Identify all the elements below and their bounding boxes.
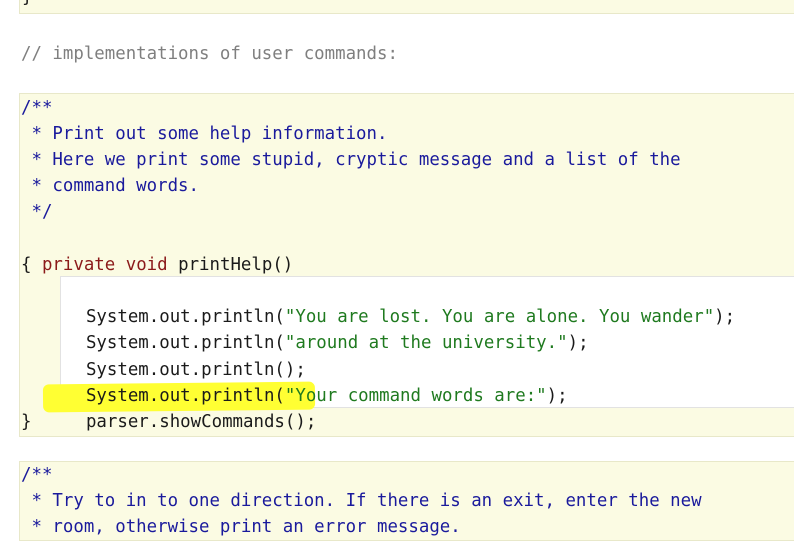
open-brace: { bbox=[21, 255, 32, 275]
section-comment: // implementations of user commands: bbox=[21, 44, 398, 64]
method-name: printHelp() bbox=[178, 255, 294, 275]
closing-brace: } bbox=[22, 0, 32, 10]
method-signature: private void printHelp() bbox=[21, 226, 293, 275]
modifier-keyword: private bbox=[41, 255, 116, 275]
code-line: System.out.println(); bbox=[85, 360, 306, 380]
code-line: System.out.println("You are lost. You ar… bbox=[85, 307, 736, 327]
javadoc-line: * command words. bbox=[21, 176, 199, 196]
code-line-highlighted: parser.showCommands(); bbox=[85, 412, 317, 432]
javadoc-line: * Here we print some stupid, cryptic mes… bbox=[21, 150, 681, 170]
javadoc-line: /** bbox=[21, 98, 53, 118]
javadoc-line: * room, otherwise print an error message… bbox=[21, 517, 461, 537]
javadoc-line: * Try to in to one direction. If there i… bbox=[21, 491, 702, 511]
code-line: System.out.println("Your command words a… bbox=[85, 386, 568, 406]
close-brace: } bbox=[21, 412, 32, 432]
javadoc-line: */ bbox=[21, 202, 53, 222]
code-line: System.out.println("around at the univer… bbox=[85, 333, 589, 353]
previous-method-block: } bbox=[19, 0, 794, 14]
return-type-keyword: void bbox=[125, 255, 168, 275]
javadoc-line: /** bbox=[21, 465, 53, 485]
javadoc-line: * Print out some help information. bbox=[21, 124, 388, 144]
